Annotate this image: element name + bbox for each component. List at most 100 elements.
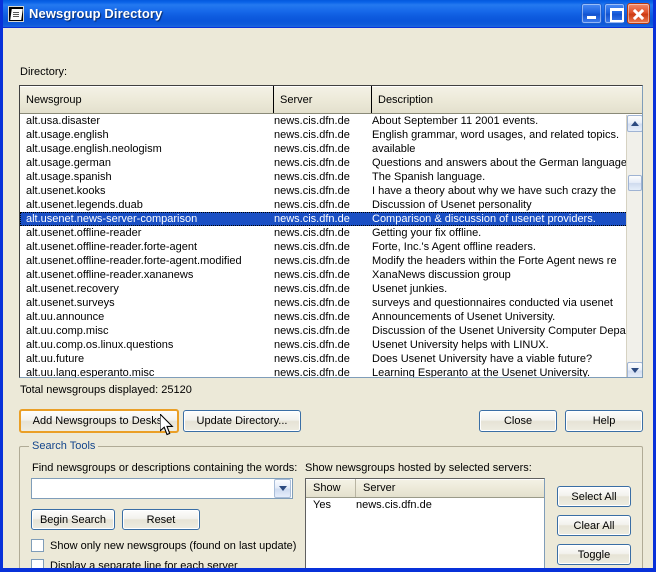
clear-all-button[interactable]: Clear All [557, 515, 631, 536]
cell-description: English grammar, word usages, and relate… [372, 128, 642, 142]
close-button[interactable]: Close [479, 410, 557, 432]
table-row[interactable]: alt.usenet.news-server-comparisonnews.ci… [20, 212, 642, 226]
table-row[interactable]: alt.uu.comp.os.linux.questionsnews.cis.d… [20, 338, 642, 352]
table-row[interactable]: alt.usenet.surveysnews.cis.dfn.desurveys… [20, 296, 642, 310]
title-bar[interactable]: Newsgroup Directory [3, 0, 653, 28]
servers-list-header: Show Server [306, 479, 544, 498]
table-row[interactable]: alt.usage.spanishnews.cis.dfn.deThe Span… [20, 170, 642, 184]
total-newsgroups-label: Total newsgroups displayed: 25120 [20, 384, 192, 396]
table-row[interactable]: alt.usenet.recoverynews.cis.dfn.deUsenet… [20, 282, 642, 296]
table-row[interactable]: alt.usage.germannews.cis.dfn.deQuestions… [20, 156, 642, 170]
begin-search-button[interactable]: Begin Search [31, 509, 115, 530]
server-list-item[interactable]: Yesnews.cis.dfn.de [306, 498, 544, 513]
cell-newsgroup: alt.uu.announce [20, 310, 274, 324]
reset-button[interactable]: Reset [122, 509, 200, 530]
column-header-server-name[interactable]: Server [356, 479, 544, 497]
cell-server: news.cis.dfn.de [274, 212, 372, 226]
cell-newsgroup: alt.usenet.offline-reader.xananews [20, 268, 274, 282]
toggle-button[interactable]: Toggle [557, 544, 631, 565]
cell-description: available [372, 142, 642, 156]
scroll-down-icon[interactable] [627, 362, 643, 378]
checkbox-separate-line-box[interactable] [31, 559, 44, 572]
cell-description: Usenet junkies. [372, 282, 642, 296]
cell-newsgroup: alt.usenet.kooks [20, 184, 274, 198]
window-controls [581, 3, 651, 24]
newsgroup-icon [8, 6, 24, 22]
servers-label: Show newsgroups hosted by selected serve… [305, 462, 532, 474]
cell-server: news.cis.dfn.de [274, 296, 372, 310]
scroll-up-icon[interactable] [627, 115, 643, 132]
newsgroup-list-rows: alt.usa.disasternews.cis.dfn.deAbout Sep… [20, 114, 642, 378]
servers-list[interactable]: Show Server Yesnews.cis.dfn.de [305, 478, 545, 572]
cell-newsgroup: alt.usage.german [20, 156, 274, 170]
table-row[interactable]: alt.usage.englishnews.cis.dfn.deEnglish … [20, 128, 642, 142]
search-input[interactable] [32, 482, 274, 496]
scrollbar-thumb[interactable] [628, 175, 642, 191]
cell-server: news.cis.dfn.de [274, 128, 372, 142]
table-row[interactable]: alt.usa.disasternews.cis.dfn.deAbout Sep… [20, 114, 642, 128]
table-row[interactable]: alt.uu.lang.esperanto.miscnews.cis.dfn.d… [20, 366, 642, 378]
newsgroup-list[interactable]: Newsgroup Server Description alt.usa.dis… [19, 85, 643, 378]
cell-description: About September 11 2001 events. [372, 114, 642, 128]
cell-description: Learning Esperanto at the Usenet Univers… [372, 366, 642, 378]
update-directory-button[interactable]: Update Directory... [183, 410, 301, 432]
minimize-icon[interactable] [581, 3, 602, 24]
cell-server: news.cis.dfn.de [274, 170, 372, 184]
cell-newsgroup: alt.usenet.surveys [20, 296, 274, 310]
newsgroup-list-scrollbar[interactable] [626, 115, 642, 378]
table-row[interactable]: alt.usenet.legends.duabnews.cis.dfn.deDi… [20, 198, 642, 212]
cell-newsgroup: alt.usage.english [20, 128, 274, 142]
maximize-icon[interactable] [604, 3, 625, 24]
table-row[interactable]: alt.uu.announcenews.cis.dfn.deAnnounceme… [20, 310, 642, 324]
cell-newsgroup: alt.usenet.offline-reader.forte-agent [20, 240, 274, 254]
cell-newsgroup: alt.uu.comp.misc [20, 324, 274, 338]
column-header-show[interactable]: Show [306, 479, 356, 497]
cell-newsgroup: alt.uu.future [20, 352, 274, 366]
close-icon[interactable] [627, 3, 650, 24]
table-row[interactable]: alt.uu.comp.miscnews.cis.dfn.deDiscussio… [20, 324, 642, 338]
help-button[interactable]: Help [565, 410, 643, 432]
cell-newsgroup: alt.usenet.offline-reader.forte-agent.mo… [20, 254, 274, 268]
column-header-server[interactable]: Server [274, 86, 372, 113]
cell-description: Comparison & discussion of usenet provid… [372, 212, 642, 226]
cell-description: Getting your fix offline. [372, 226, 642, 240]
cell-newsgroup: alt.usenet.legends.duab [20, 198, 274, 212]
checkbox-show-only-new[interactable]: Show only new newsgroups (found on last … [31, 539, 296, 552]
cell-server: news.cis.dfn.de [274, 142, 372, 156]
cell-server: news.cis.dfn.de [274, 366, 372, 378]
chevron-down-icon[interactable] [274, 479, 291, 498]
add-newsgroups-button[interactable]: Add Newsgroups to Desks. [19, 409, 179, 433]
directory-label: Directory: [20, 66, 67, 78]
table-row[interactable]: alt.usenet.kooksnews.cis.dfn.deI have a … [20, 184, 642, 198]
cell-description: XanaNews discussion group [372, 268, 642, 282]
cell-description: The Spanish language. [372, 170, 642, 184]
table-row[interactable]: alt.uu.futurenews.cis.dfn.deDoes Usenet … [20, 352, 642, 366]
select-all-button[interactable]: Select All [557, 486, 631, 507]
window-title: Newsgroup Directory [29, 6, 162, 21]
column-header-description[interactable]: Description [372, 86, 642, 113]
cell-server: news.cis.dfn.de [274, 254, 372, 268]
search-combobox[interactable] [31, 478, 293, 499]
checkbox-show-only-new-label: Show only new newsgroups (found on last … [50, 540, 296, 552]
table-row[interactable]: alt.usenet.offline-reader.xananewsnews.c… [20, 268, 642, 282]
servers-list-rows: Yesnews.cis.dfn.de [306, 498, 544, 513]
cell-newsgroup: alt.usenet.recovery [20, 282, 274, 296]
newsgroup-directory-window: Newsgroup Directory Directory: Newsgroup… [0, 0, 656, 572]
cell-server: news.cis.dfn.de [274, 198, 372, 212]
cell-newsgroup: alt.usa.disaster [20, 114, 274, 128]
cell-description: Modify the headers within the Forte Agen… [372, 254, 642, 268]
newsgroup-list-header: Newsgroup Server Description [20, 86, 642, 114]
cell-description: Discussion of the Usenet University Comp… [372, 324, 642, 338]
cell-newsgroup: alt.uu.comp.os.linux.questions [20, 338, 274, 352]
table-row[interactable]: alt.usenet.offline-reader.forte-agent.mo… [20, 254, 642, 268]
cell-description: I have a theory about why we have such c… [372, 184, 642, 198]
dialog-client-area: Directory: Newsgroup Server Description … [3, 28, 653, 568]
checkbox-show-only-new-box[interactable] [31, 539, 44, 552]
table-row[interactable]: alt.usage.english.neologismnews.cis.dfn.… [20, 142, 642, 156]
table-row[interactable]: alt.usenet.offline-reader.forte-agentnew… [20, 240, 642, 254]
column-header-newsgroup[interactable]: Newsgroup [20, 86, 274, 113]
cell-server: news.cis.dfn.de [274, 240, 372, 254]
table-row[interactable]: alt.usenet.offline-readernews.cis.dfn.de… [20, 226, 642, 240]
cell-newsgroup: alt.usage.english.neologism [20, 142, 274, 156]
checkbox-separate-line[interactable]: Display a separate line for each server [31, 559, 238, 572]
